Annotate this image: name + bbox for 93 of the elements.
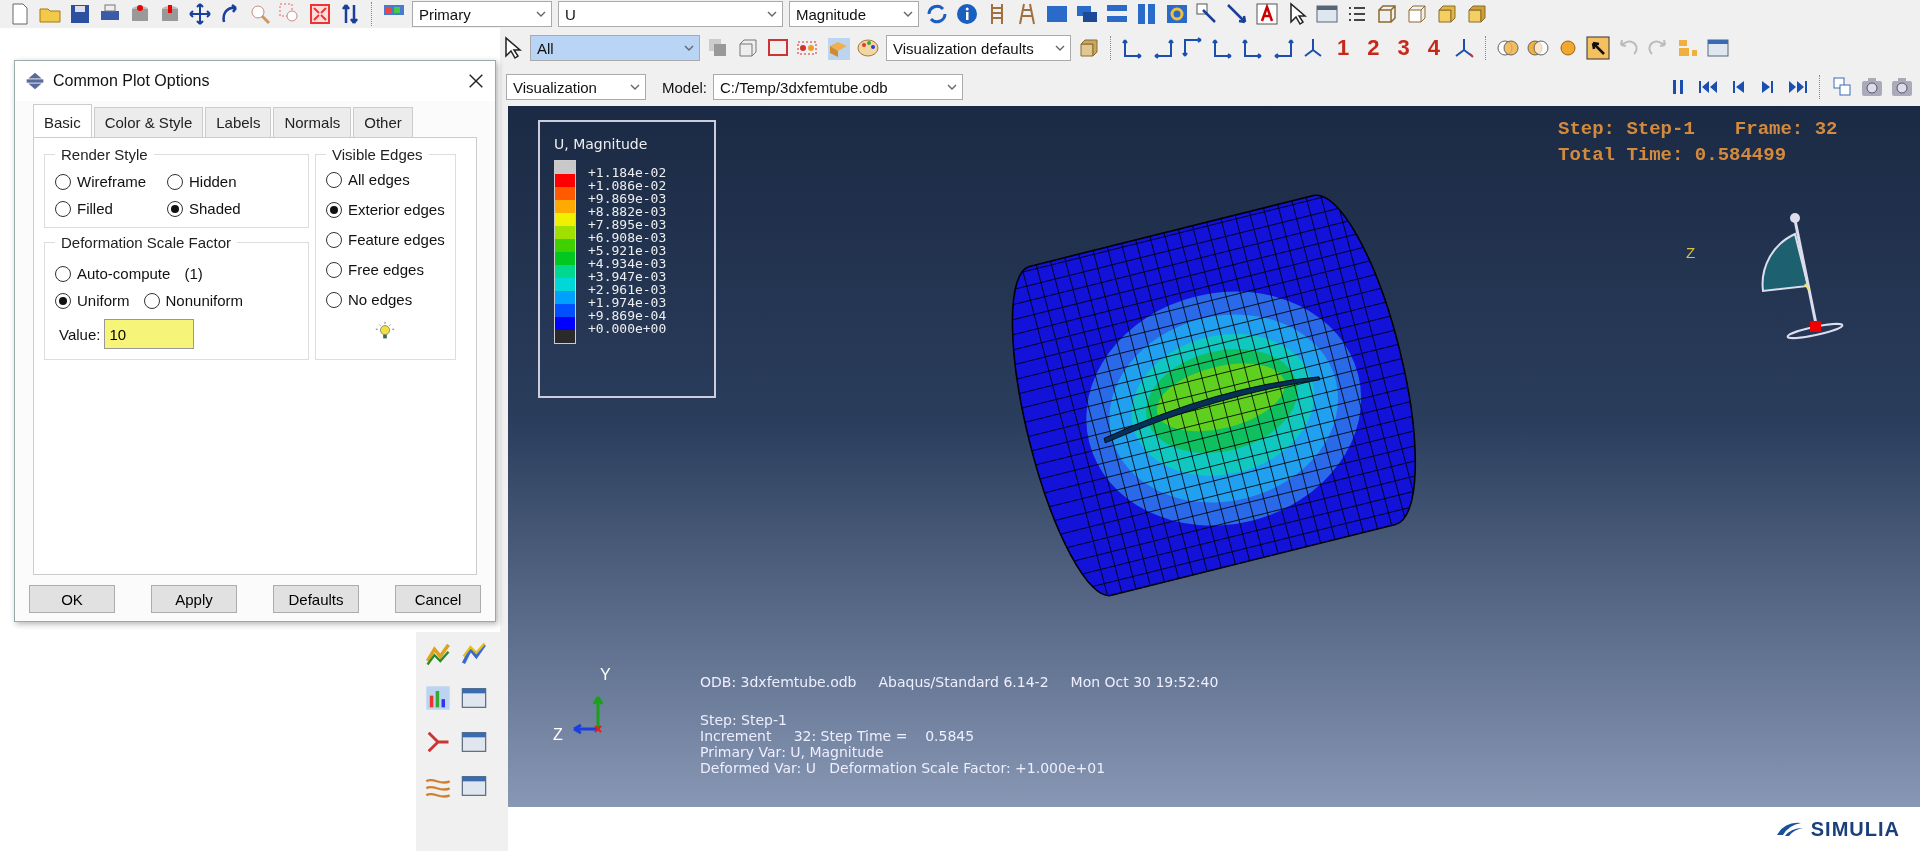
pointer-icon[interactable]	[1586, 36, 1610, 60]
dialog-tab[interactable]: Other	[353, 107, 413, 137]
group-title: Visible Edges	[331, 146, 424, 163]
module-select[interactable]: Visualization	[506, 74, 646, 100]
window-icon[interactable]	[1315, 2, 1339, 26]
frame-text: Frame: 32	[1734, 118, 1838, 140]
field-output-select[interactable]: U	[558, 1, 783, 27]
text-annotation-icon[interactable]	[1255, 2, 1279, 26]
brand-name: SIMULIA	[1810, 817, 1900, 841]
model-label: Model:	[662, 78, 708, 96]
selection-filter-select[interactable]: All	[530, 35, 700, 61]
step-text: Step: Step-1	[1558, 118, 1695, 140]
legend-value: +1.974e-03	[587, 296, 667, 309]
camera-icon[interactable]	[1860, 75, 1884, 99]
view-preset-button[interactable]: 3	[1391, 35, 1416, 61]
window-icon[interactable]	[1706, 36, 1730, 60]
radio-button[interactable]: Exterior edges	[326, 201, 445, 218]
legend-value: +7.895e-03	[587, 218, 667, 231]
radio-button[interactable]: Feature edges	[326, 231, 445, 248]
cube-icon[interactable]	[1077, 36, 1101, 60]
close-icon[interactable]	[467, 72, 485, 90]
dialog-button[interactable]: Cancel	[395, 585, 481, 613]
info-icon[interactable]	[955, 2, 979, 26]
view-preset-button[interactable]: 1	[1331, 35, 1356, 61]
wire-box-icon[interactable]	[736, 36, 760, 60]
view-preset-button[interactable]: 2	[1361, 35, 1386, 61]
palette-icon[interactable]	[856, 36, 880, 60]
group-title: Deformation Scale Factor	[60, 234, 233, 251]
value-label: Value:	[59, 325, 101, 343]
axis-label: Y	[600, 666, 611, 684]
diamond-arrows-icon	[25, 71, 45, 91]
axis-label: Z	[1686, 244, 1696, 261]
legend-value: +6.908e-03	[587, 231, 667, 244]
move-arrows-icon[interactable]	[188, 2, 212, 26]
radio-button[interactable]: Shaded	[167, 200, 279, 217]
wire-cube-icon[interactable]	[1375, 2, 1399, 26]
field-output-select[interactable]: Magnitude	[789, 1, 919, 27]
field-output-select[interactable]: Primary	[412, 1, 552, 27]
legend-value: +5.921e-03	[587, 244, 667, 257]
auto-value: (1)	[184, 265, 203, 282]
value-field[interactable]: 10	[104, 319, 195, 349]
model-select[interactable]: C:/Temp/3dxfemtube.odb	[713, 74, 964, 100]
dialog-tab[interactable]: Basic	[33, 104, 92, 137]
cube-icon[interactable]	[1435, 2, 1459, 26]
dialog-tab[interactable]: Color & Style	[93, 107, 204, 137]
radio-button[interactable]: Wireframe	[55, 173, 167, 190]
radio-button[interactable]: Nonuniform	[143, 292, 244, 309]
radio-button[interactable]: All edges	[326, 171, 445, 188]
legend-value: +3.947e-03	[587, 270, 667, 283]
info-line: Step: Step-1	[700, 712, 788, 728]
legend-value: +9.869e-04	[587, 309, 667, 322]
radio-button[interactable]: Hidden	[167, 173, 279, 190]
diagonal-arrow-icon[interactable]	[1225, 2, 1249, 26]
save-icon[interactable]	[68, 2, 92, 26]
view-preset-button[interactable]: 4	[1421, 35, 1446, 61]
solver-text: Abaqus/Standard 6.14-2	[878, 674, 1049, 690]
legend-value: +4.934e-03	[587, 257, 667, 270]
odb-text: ODB: 3dxfemtube.odb	[700, 674, 857, 690]
radio-button[interactable]: No edges	[326, 291, 445, 308]
radio-button[interactable]: Uniform	[55, 292, 130, 309]
refresh-arrows-icon[interactable]	[925, 2, 949, 26]
info-line: Increment 32: Step Time = 0.5845	[700, 728, 976, 744]
legend-value: +2.961e-03	[587, 283, 667, 296]
date-text: Mon Oct 30 19:52:40	[1070, 674, 1219, 690]
dialog-tab[interactable]: Normals	[273, 107, 352, 137]
cube-icon[interactable]	[1465, 2, 1489, 26]
dialog-tab[interactable]: Labels	[205, 107, 272, 137]
box-icon[interactable]	[826, 36, 850, 60]
legend-value: +1.184e-02	[587, 166, 667, 179]
bar-plot-icon[interactable]	[424, 684, 452, 712]
magnifier-icon[interactable]	[248, 2, 272, 26]
legend-value: +1.086e-02	[587, 179, 667, 192]
info-line: Deformed Var: U Deformation Scale Factor: +1.000e+01	[700, 760, 1107, 776]
dialog-title: Common Plot Options	[53, 72, 211, 90]
info-line: Primary Var: U, Magnitude	[700, 744, 885, 760]
radio-button[interactable]: Filled	[55, 200, 167, 217]
fit-view-icon[interactable]	[308, 2, 332, 26]
legend-value: +9.869e-03	[587, 192, 667, 205]
radio-button[interactable]: Free edges	[326, 261, 445, 278]
legend-title: U, Magnitude	[554, 136, 649, 152]
dialog-button[interactable]: OK	[29, 585, 115, 613]
axis-label: Z	[553, 726, 563, 744]
cube-icon[interactable]	[1405, 2, 1429, 26]
dialog-button[interactable]: Apply	[151, 585, 237, 613]
display-style-select[interactable]: Visualization defaults	[886, 35, 1071, 61]
group-title: Render Style	[60, 146, 149, 163]
ring-icon[interactable]	[1165, 2, 1189, 26]
dialog-button[interactable]: Defaults	[273, 585, 359, 613]
legend-value: +0.000e+00	[587, 322, 667, 335]
legend-value: +8.882e-03	[587, 205, 667, 218]
camera-icon[interactable]	[1890, 75, 1914, 99]
total-time-text: Total Time: 0.584499	[1558, 144, 1787, 166]
radio-button[interactable]: Auto-compute	[55, 265, 171, 282]
